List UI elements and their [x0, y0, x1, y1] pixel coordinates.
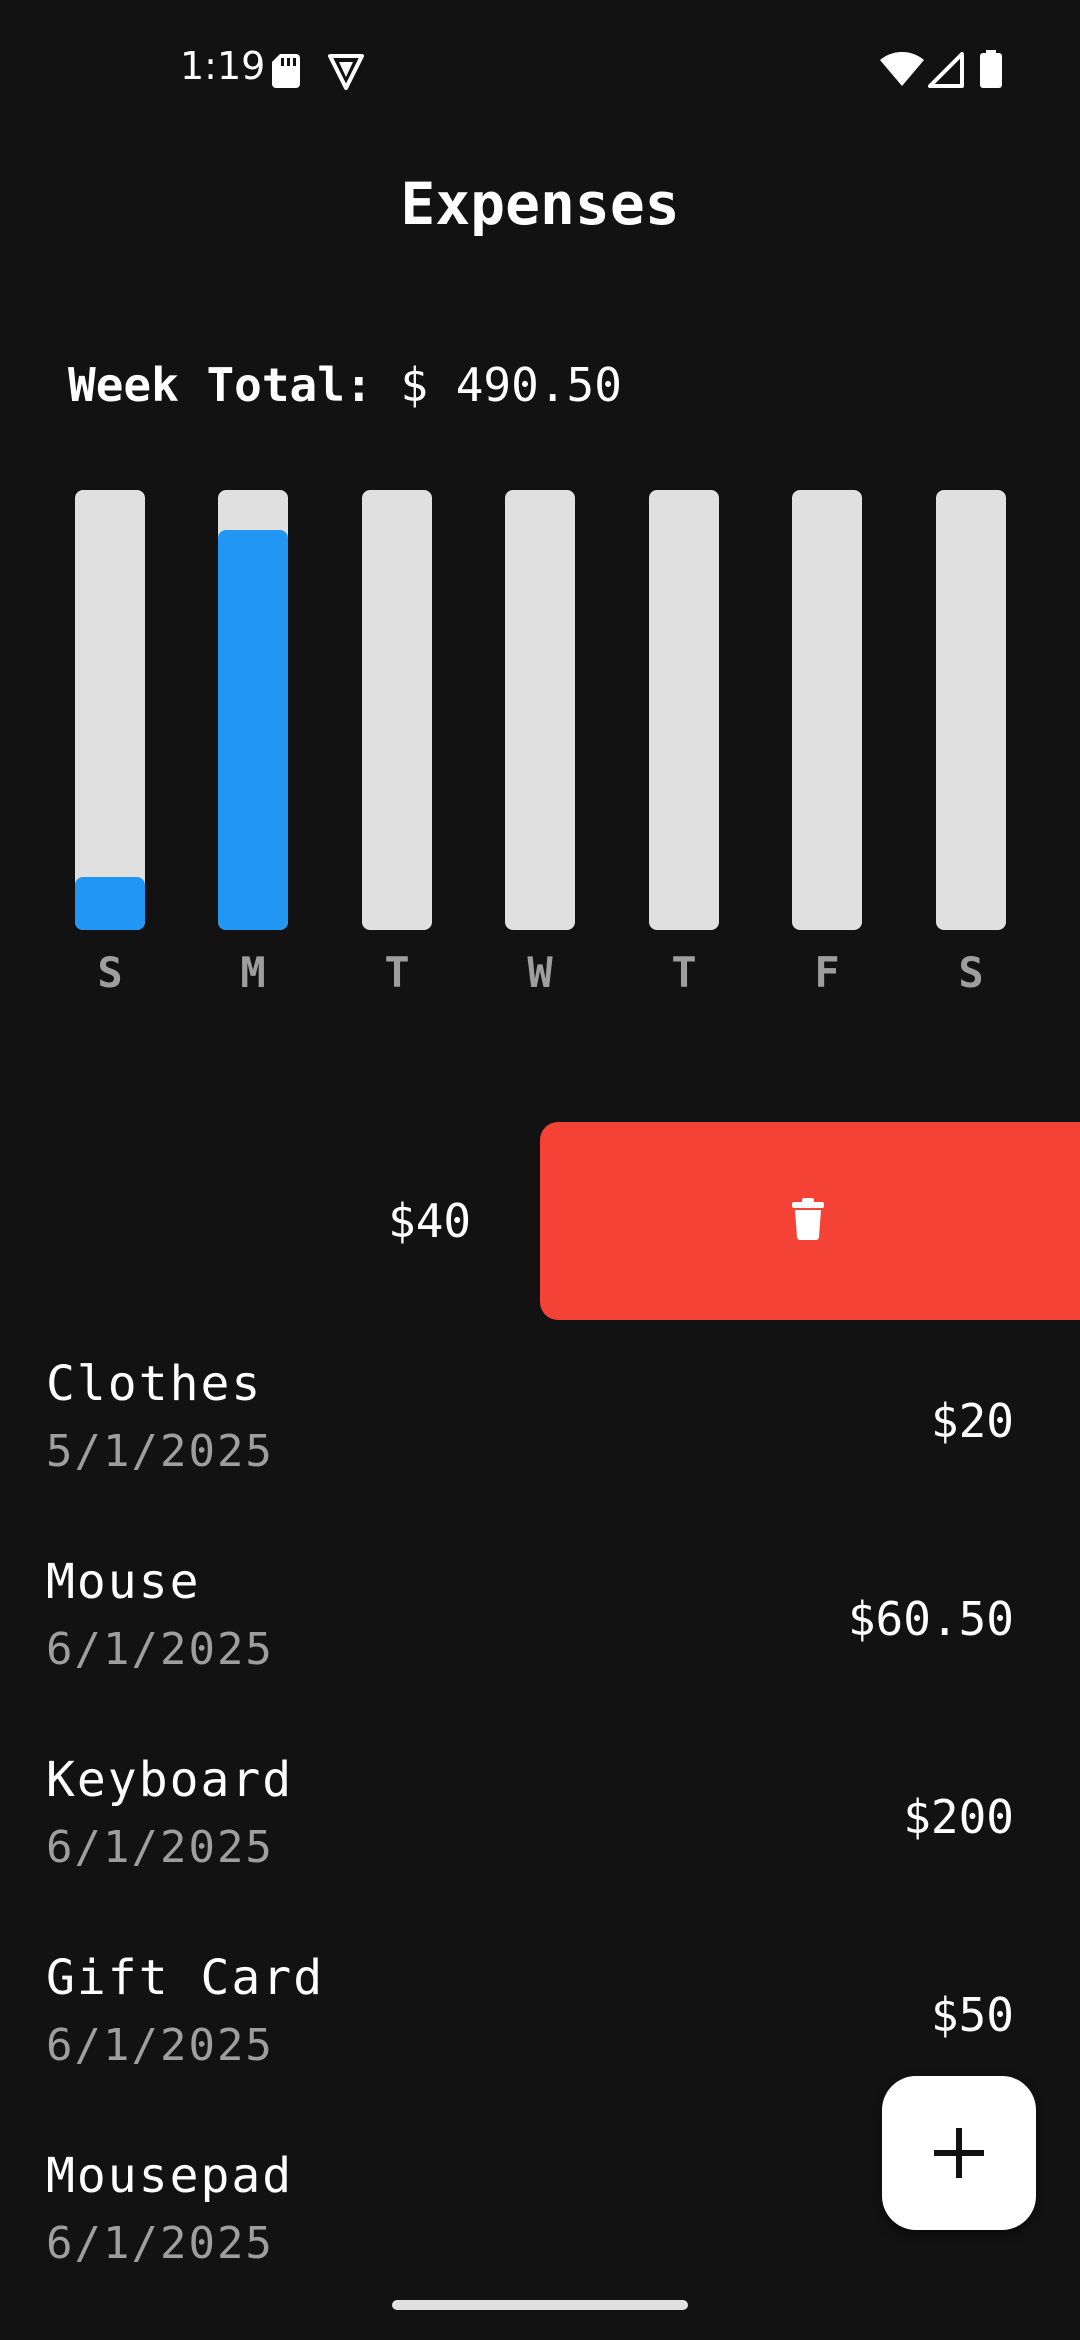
expense-name: Clothes	[46, 1356, 263, 1412]
page-title: Expenses	[400, 170, 680, 238]
swiped-expense-row[interactable]: $40	[0, 1122, 1080, 1322]
bar-column: S	[936, 490, 1006, 997]
bar-track	[75, 490, 145, 930]
bar-day-label: S	[97, 948, 123, 997]
bar-column: F	[792, 490, 862, 997]
delete-button[interactable]	[540, 1122, 1080, 1320]
bar-track	[362, 490, 432, 930]
expense-date: 5/1/2025	[46, 1426, 274, 1477]
bar-day-label: T	[671, 948, 697, 997]
status-time: 1:19	[180, 44, 266, 88]
bar-track	[505, 490, 575, 930]
expense-amount: $50	[930, 1988, 1014, 2042]
week-total-label: Week Total:	[68, 358, 373, 412]
bar	[218, 530, 288, 930]
bar-day-label: S	[958, 948, 984, 997]
battery-icon	[980, 50, 1002, 88]
bar-track	[936, 490, 1006, 930]
bar-day-label: F	[814, 948, 840, 997]
expense-amount: $200	[903, 1790, 1014, 1844]
trash-icon	[792, 1198, 824, 1240]
bar	[75, 877, 145, 930]
bar-column: T	[362, 490, 432, 997]
sd-card-icon	[272, 54, 300, 88]
expense-date: 6/1/2025	[46, 2218, 274, 2269]
expense-name: Mouse	[46, 1554, 201, 1610]
signal-icon	[928, 52, 964, 88]
week-total-value: $ 490.50	[400, 358, 622, 412]
plus-icon	[934, 2128, 984, 2178]
expense-name: Mousepad	[46, 2148, 294, 2204]
expense-row[interactable]: Clothes 5/1/2025 $20	[0, 1322, 1080, 1520]
bar-column: M	[218, 490, 288, 997]
vpn-key-icon	[328, 54, 364, 90]
bar-track	[792, 490, 862, 930]
bar-track	[649, 490, 719, 930]
status-bar: 1:19	[0, 0, 1080, 140]
gesture-nav-bar[interactable]	[392, 2300, 688, 2310]
expense-name: Keyboard	[46, 1752, 294, 1808]
bar-column: S	[75, 490, 145, 997]
bar-day-label: T	[384, 948, 410, 997]
expense-amount: $20	[930, 1394, 1014, 1448]
bar-column: W	[505, 490, 575, 997]
expense-amount: $60.50	[847, 1592, 1014, 1646]
expense-date: 6/1/2025	[46, 2020, 274, 2071]
swiped-expense-amount: $40	[388, 1194, 472, 1248]
weekly-bar-chart: SMTWTFS	[0, 480, 1080, 1020]
bar-column: T	[649, 490, 719, 997]
expense-date: 6/1/2025	[46, 1822, 274, 1873]
add-expense-button[interactable]	[882, 2076, 1036, 2230]
bar-day-label: W	[527, 948, 553, 997]
wifi-icon	[880, 52, 924, 86]
week-total: Week Total: $ 490.50	[68, 358, 622, 412]
bar-day-label: M	[240, 948, 266, 997]
bar-track	[218, 490, 288, 930]
expense-row[interactable]: Mouse 6/1/2025 $60.50	[0, 1520, 1080, 1718]
expense-name: Gift Card	[46, 1950, 325, 2006]
expense-row[interactable]: Keyboard 6/1/2025 $200	[0, 1718, 1080, 1916]
expense-date: 6/1/2025	[46, 1624, 274, 1675]
